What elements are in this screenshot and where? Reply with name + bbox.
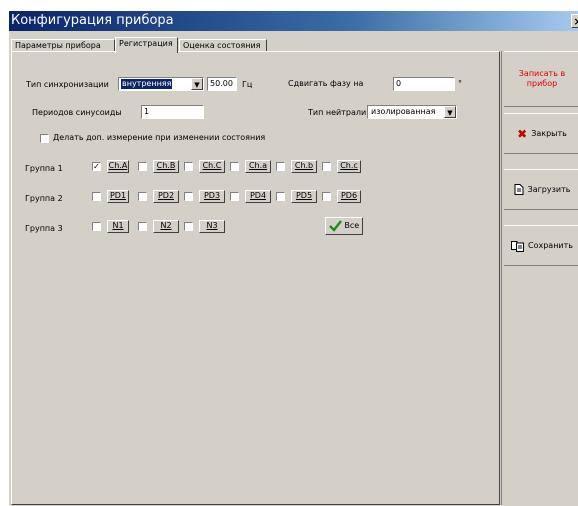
group1-checkbox-4[interactable] — [230, 162, 239, 171]
tab-registration[interactable]: Регистрация — [115, 37, 178, 53]
checkmark-icon — [328, 220, 342, 232]
close-x-icon: ✖ — [517, 126, 528, 141]
group2-checkbox-2[interactable] — [138, 192, 147, 201]
periods-label: Периодов синусоиды — [32, 108, 122, 117]
group1-checkbox-1[interactable]: ✓ — [92, 162, 101, 171]
channel-button[interactable]: Ch.C — [199, 160, 225, 173]
chevron-down-icon[interactable]: ▼ — [191, 78, 203, 90]
group2-checkbox-1[interactable] — [92, 192, 101, 201]
channel-button[interactable]: PD5 — [291, 190, 317, 203]
periods-input[interactable]: 1 — [141, 105, 204, 119]
channel-button[interactable]: PD3 — [199, 190, 225, 203]
frequency-unit: Гц — [242, 80, 253, 89]
group2-checkbox-6[interactable] — [322, 192, 331, 201]
side-panel: Записать в прибор ✖ Закрыть Загрузить Со… — [501, 51, 578, 505]
channel-button[interactable]: N1 — [107, 220, 129, 233]
channel-button[interactable]: Ch.b — [291, 160, 317, 173]
neutral-type-value: изолированная — [371, 107, 436, 116]
channel-button[interactable]: PD1 — [107, 190, 129, 203]
channel-button[interactable]: PD6 — [337, 190, 361, 203]
channel-button[interactable]: PD4 — [245, 190, 271, 203]
write-to-device-label: Записать в прибор — [518, 69, 566, 88]
group-label: Группа 3 — [25, 224, 63, 233]
document-icon — [514, 184, 524, 195]
frequency-input[interactable]: 50.00 — [207, 77, 237, 91]
extra-measure-label: Делать доп. измерение при изменении сост… — [53, 133, 266, 142]
config-window: Конфигурация прибора × Параметры прибора… — [8, 10, 578, 506]
write-to-device-button[interactable]: Записать в прибор — [504, 51, 578, 107]
sync-type-label: Тип синхронизации — [26, 80, 109, 89]
group1-checkbox-6[interactable] — [322, 162, 331, 171]
group1-checkbox-3[interactable] — [184, 162, 193, 171]
close-window-button[interactable]: × — [571, 14, 578, 28]
group2-checkbox-5[interactable] — [276, 192, 285, 201]
window-title: Конфигурация прибора — [11, 13, 174, 28]
group-label: Группа 2 — [25, 194, 63, 203]
group-label: Группа 1 — [25, 164, 63, 173]
sync-type-select[interactable]: внутренняя ▼ — [118, 77, 204, 91]
group3-checkbox-1[interactable] — [92, 222, 101, 231]
group3-checkbox-2[interactable] — [138, 222, 147, 231]
save-documents-icon — [511, 240, 524, 252]
channel-button[interactable]: Ch.c — [337, 160, 361, 173]
sync-type-value: внутренняя — [121, 79, 173, 89]
phase-shift-input[interactable]: 0 — [393, 77, 455, 91]
phase-unit: ° — [458, 79, 462, 88]
channel-button[interactable]: PD2 — [153, 190, 179, 203]
title-bar[interactable]: Конфигурация прибора × — [9, 11, 578, 31]
group1-checkbox-5[interactable] — [276, 162, 285, 171]
neutral-type-label: Тип нейтрали — [308, 108, 367, 117]
channel-button[interactable]: Ch.A — [107, 160, 129, 173]
channel-button[interactable]: Ch.a — [245, 160, 271, 173]
group2-checkbox-4[interactable] — [230, 192, 239, 201]
channel-button[interactable]: Ch.B — [153, 160, 179, 173]
group1-checkbox-2[interactable] — [138, 162, 147, 171]
select-all-button[interactable]: Все — [325, 217, 363, 235]
extra-measure-checkbox[interactable] — [40, 134, 49, 143]
channel-button[interactable]: N2 — [153, 220, 179, 233]
phase-shift-label: Сдвигать фазу на — [288, 79, 364, 88]
group2-checkbox-3[interactable] — [184, 192, 193, 201]
channel-button[interactable]: N3 — [199, 220, 225, 233]
chevron-down-icon[interactable]: ▼ — [444, 106, 456, 118]
load-button[interactable]: Загрузить — [504, 169, 578, 210]
close-button[interactable]: ✖ Закрыть — [504, 113, 578, 154]
save-button[interactable]: Сохранить — [504, 225, 578, 266]
registration-page: Тип синхронизации внутренняя ▼ 50.00 Гц … — [11, 51, 500, 505]
group3-checkbox-3[interactable] — [184, 222, 193, 231]
neutral-type-select[interactable]: изолированная ▼ — [367, 105, 457, 119]
